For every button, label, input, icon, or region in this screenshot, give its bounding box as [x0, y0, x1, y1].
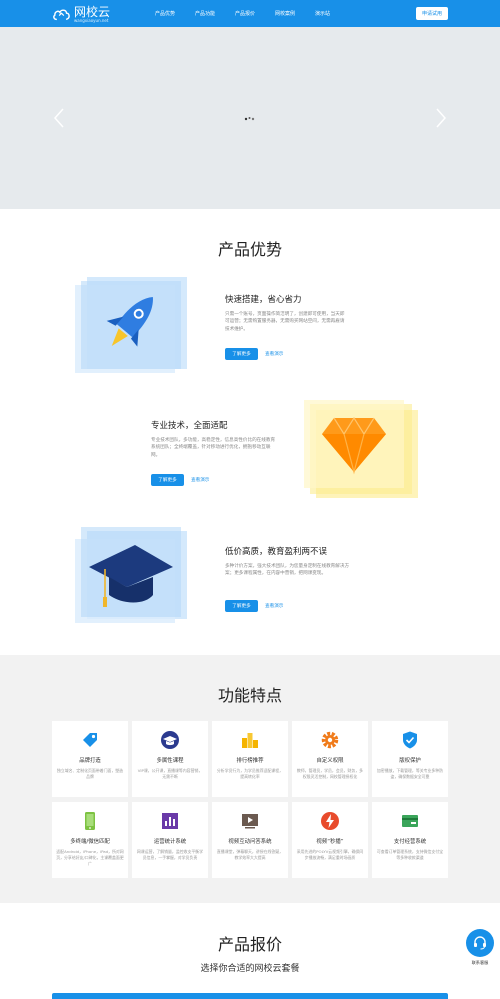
video-play-icon [242, 814, 258, 829]
feature-card-permissions[interactable]: 自定义权限 教师，管理员，学员，会员，财务，多权限灵活控制，网校管理授权化 [292, 721, 368, 797]
feature-card-title: 自定义权限 [316, 758, 344, 764]
feature-card-title: 排行榜推荐 [236, 758, 264, 764]
top-header: 网校云 wangxiaoyun.net 产品优势 产品功能 产品报价 网校案例 … [0, 0, 500, 27]
feature-card-ranking[interactable]: 排行榜推荐 分析学员行为，为学员推荐适配课程，提高转化率 [212, 721, 288, 797]
feature-card-description: 采用先进的POLYV云视频引擎，确保同步播放流畅，满足重时场画质 [296, 849, 364, 860]
advantage-description: 多种计价方案，强大技术团队，为您量身定制在线教育解决方案；更多课程属性，在内容中… [225, 564, 350, 577]
feature-card-instant-play[interactable]: 视频“秒播” 采用先进的POLYV云视频引擎，确保同步播放流畅，满足重时场画质 [292, 802, 368, 878]
feature-card-multi-terminal[interactable]: 多终端/微信匹配 适配Android，iPhone，iPad，所对网页，分享给好… [52, 802, 128, 878]
feature-card-video-qa[interactable]: 视频互动问答系统 直播课堂，弹幕聊天，讲授在线答疑，教学效率大大提高 [212, 802, 288, 878]
feature-card-description: 教师，管理员，学员，会员，财务，多权限灵活控制，网校管理授权化 [296, 768, 364, 779]
shield-icon [403, 731, 417, 749]
feature-card-title: 视频“秒播” [316, 839, 344, 845]
pricing-table-header [52, 993, 448, 999]
diamond-illustration [304, 400, 418, 498]
lightning-icon [321, 812, 339, 830]
learn-more-button[interactable]: 了解更多 [225, 600, 258, 612]
rocket-illustration [75, 277, 187, 373]
feature-card-courses[interactable]: 多属性课程 VIP课，公开课，直播课等内容营销，无需不断 [132, 721, 208, 797]
feature-card-title: 品牌打造 [79, 758, 101, 764]
learn-more-button[interactable]: 了解更多 [151, 474, 184, 486]
learn-more-button[interactable]: 了解更多 [225, 348, 258, 360]
graduation-cap-illustration [75, 527, 187, 623]
nav-item-demo[interactable]: 演示站 [315, 10, 330, 17]
contact-label: 联系客服 [471, 960, 489, 965]
feature-card-description: 适配Android，iPhone，iPad，所对网页，分享给好友/口碑化，主课覆… [56, 849, 124, 866]
logo[interactable]: 网校云 wangxiaoyun.net [52, 4, 110, 24]
contact-support-button[interactable]: 联系客服 [466, 929, 494, 966]
feature-card-statistics[interactable]: 运营统计系统 网课运营，了解销量，监控收支平衡学员信息，一手掌握，对学员负责 [132, 802, 208, 878]
pricing-subtitle: 选择你合适的网校云套餐 [200, 964, 300, 974]
feature-card-description: 分析学员行为，为学员推荐适配课程，提高转化率 [216, 768, 284, 779]
feature-card-description: 网课运营，了解销量，监控收支平衡学员信息，一手掌握，对学员负责 [136, 849, 204, 860]
logo-subtitle: wangxiaoyun.net [74, 17, 109, 23]
hero-banner [0, 27, 500, 209]
feature-card-title: 多属性课程 [156, 758, 184, 764]
ranking-icon [242, 733, 258, 748]
chevron-left-icon[interactable] [52, 107, 66, 129]
gear-icon [321, 731, 339, 749]
feature-card-title: 版权保护 [399, 758, 421, 764]
nav-item-advantages[interactable]: 产品优势 [155, 10, 175, 17]
headset-icon [474, 936, 486, 950]
advantage-heading: 快速搭建，省心省力 [225, 295, 302, 305]
feature-card-title: 支付经营系统 [393, 839, 427, 845]
feature-card-title: 视频互动问答系统 [228, 839, 272, 845]
advantages-title: 产品优势 [217, 240, 282, 259]
feature-card-title: 多终端/微信匹配 [70, 839, 110, 845]
feature-card-description: 直播课堂，弹幕聊天，讲授在线答疑，教学效率大大提高 [216, 849, 284, 860]
chart-icon [162, 813, 178, 829]
advantage-description: 只需一个账号，页面操作简洁明了，创建即可使用，当天即可运营；无需购置服务器，无需… [225, 312, 345, 332]
feature-card-title: 运营统计系统 [153, 839, 187, 845]
view-demo-link[interactable]: 查看演示 [265, 351, 283, 357]
logo-title: 网校云 [74, 4, 111, 19]
features-title: 功能特点 [217, 686, 282, 705]
pricing-title: 产品报价 [217, 935, 282, 954]
wallet-icon [402, 815, 418, 827]
tag-icon [83, 733, 97, 747]
cloud-logo-icon [53, 9, 70, 21]
feature-card-description: 可查看订单管理系统，支持微信支付宝等多种收款渠道 [376, 849, 444, 860]
advantage-description: 专业技术团队，多功能，高稳定性，信息高性价比的在线教育系统团队；全终端覆盖，针对… [151, 438, 276, 458]
feature-card-brand[interactable]: 品牌打造 独立域名、定制化页面带着门面，塑造品牌 [52, 721, 128, 797]
view-demo-link[interactable]: 查看演示 [265, 603, 283, 609]
view-demo-link[interactable]: 查看演示 [191, 477, 209, 483]
feature-card-description: VIP课，公开课，直播课等内容营销，无需不断 [137, 768, 203, 779]
feature-card-description: 独立域名、定制化页面带着门面，塑造品牌 [56, 768, 124, 779]
advantage-heading: 低价高质，教育盈利两不误 [225, 547, 328, 557]
apply-trial-button[interactable]: 申请试用 [416, 7, 448, 20]
feature-card-payment[interactable]: 支付经营系统 可查看订单管理系统，支持微信支付宝等多种收款渠道 [372, 802, 448, 878]
nav-item-cases[interactable]: 网校案例 [275, 10, 295, 17]
graduation-cap-icon [161, 731, 179, 749]
advantage-heading: 专业技术，全面适配 [151, 421, 228, 431]
feature-card-copyright[interactable]: 版权保护 加密播放，下载管理，等关专业多种防盗，确保数据安全可靠 [372, 721, 448, 797]
loading-spinner-icon [244, 117, 255, 121]
nav-item-pricing[interactable]: 产品报价 [235, 10, 255, 17]
feature-card-description: 加密播放，下载管理，等关专业多种防盗，确保数据安全可靠 [376, 768, 444, 779]
chevron-right-icon[interactable] [434, 107, 448, 129]
mobile-icon [85, 812, 95, 830]
nav-item-features[interactable]: 产品功能 [195, 10, 215, 17]
